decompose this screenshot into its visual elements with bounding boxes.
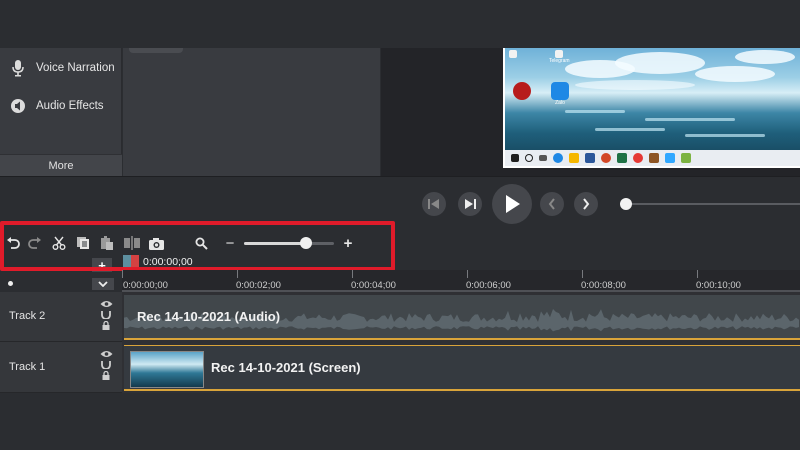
step-forward-icon [465, 199, 476, 209]
panel-tab[interactable] [129, 48, 183, 53]
collapse-tracks-button[interactable] [92, 278, 114, 290]
desktop-icon-telegram: Telegram [549, 50, 570, 64]
chevron-right-icon [583, 198, 590, 210]
desktop-icon-game [513, 82, 531, 100]
lock-icon[interactable] [102, 321, 110, 330]
timeline-bottom [0, 393, 800, 450]
media-panel [123, 48, 380, 176]
previous-marker-button[interactable] [540, 192, 564, 216]
next-marker-button[interactable] [574, 192, 598, 216]
audio-clip[interactable]: Rec 14-10-2021 (Audio) [124, 295, 800, 340]
track-name: Track 2 [9, 310, 46, 322]
clip-thumbnail [130, 351, 204, 388]
track-header-2[interactable]: Track 2 [0, 292, 122, 342]
audio-clip-label: Rec 14-10-2021 (Audio) [137, 309, 281, 324]
track-name: Track 1 [9, 361, 46, 373]
marker-dot [8, 281, 13, 286]
eye-icon[interactable] [100, 300, 113, 308]
desktop-icon-folder [509, 50, 517, 58]
speaker-icon [0, 98, 36, 114]
voice-narration-item[interactable]: Voice Narration [0, 48, 122, 88]
play-button[interactable] [492, 184, 532, 224]
voice-narration-label: Voice Narration [36, 62, 115, 74]
screen-clip-label: Rec 14-10-2021 (Screen) [211, 360, 361, 375]
audio-effects-item[interactable]: Audio Effects [0, 86, 122, 126]
magnet-icon[interactable] [101, 360, 111, 369]
chevron-down-icon [98, 281, 108, 287]
more-button[interactable]: More [0, 154, 122, 176]
eye-icon[interactable] [100, 350, 113, 358]
lock-icon[interactable] [102, 371, 110, 380]
magnet-icon[interactable] [101, 310, 111, 319]
seek-handle[interactable] [620, 198, 632, 210]
next-frame-button[interactable] [458, 192, 482, 216]
video-preview[interactable]: Telegram Zalo [503, 48, 800, 168]
top-bar [0, 0, 800, 48]
previous-frame-button[interactable] [422, 192, 446, 216]
step-back-icon [428, 199, 439, 209]
screen-clip[interactable]: Rec 14-10-2021 (Screen) [124, 345, 800, 391]
play-icon [506, 195, 520, 213]
desktop-icon-zalo: Zalo [551, 82, 569, 106]
telegram-label: Telegram [549, 58, 570, 64]
microphone-icon [0, 59, 36, 77]
windows-taskbar [505, 150, 800, 166]
zalo-label: Zalo [555, 100, 565, 106]
seek-bar[interactable] [626, 203, 800, 205]
camtasia-editor: Voice Narration Audio Effects More Teleg… [0, 0, 800, 450]
highlight-annotation [0, 221, 395, 271]
chevron-left-icon [548, 198, 555, 210]
audio-effects-label: Audio Effects [36, 100, 104, 112]
track-header-1[interactable]: Track 1 [0, 342, 122, 393]
